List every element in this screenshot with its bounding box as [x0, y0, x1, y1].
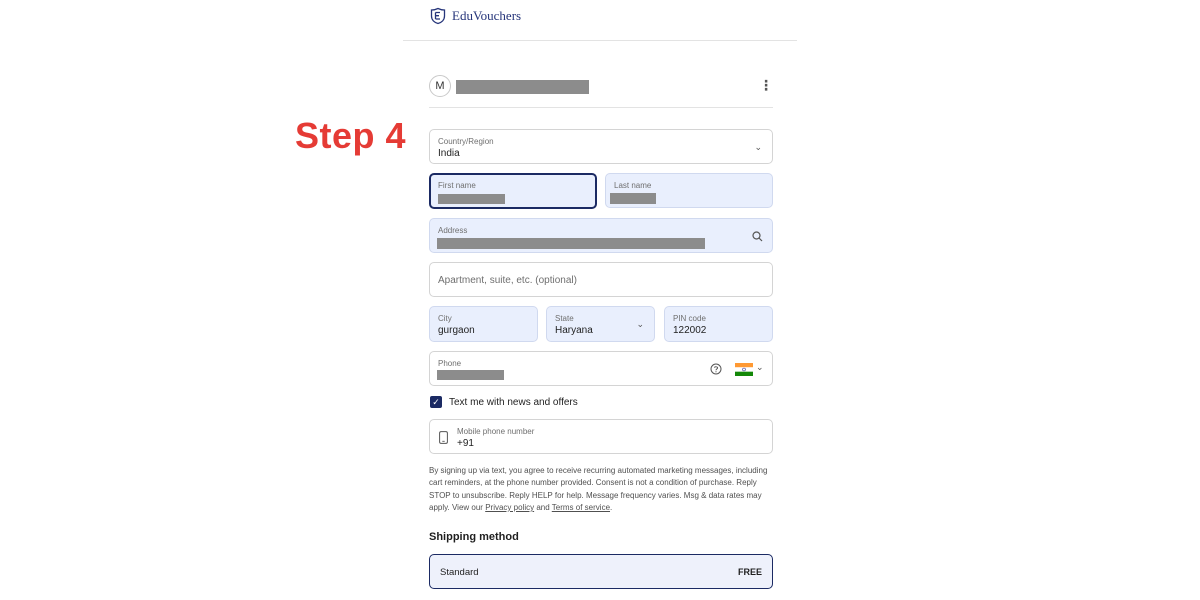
- brand-name: EduVouchers: [452, 8, 522, 23]
- sms-opt-in-checkbox[interactable]: ✓: [430, 396, 442, 408]
- sms-consent-text: By signing up via text, you agree to rec…: [429, 465, 775, 514]
- state-value: Haryana: [555, 325, 593, 336]
- first-name-field[interactable]: First name: [429, 173, 597, 209]
- redacted-phone: [437, 370, 504, 380]
- state-label: State: [555, 314, 574, 323]
- chevron-down-icon: ⌄: [636, 319, 644, 329]
- chevron-down-icon: ⌄: [756, 362, 764, 372]
- country-select[interactable]: Country/Region India ⌄: [429, 129, 773, 164]
- country-label: Country/Region: [438, 137, 494, 146]
- pin-code-value: 122002: [673, 325, 707, 336]
- question-circle-icon[interactable]: [710, 363, 722, 375]
- step-label: Step 4: [295, 115, 407, 156]
- address-label: Address: [438, 226, 468, 235]
- phone-field[interactable]: Phone ⌄: [429, 351, 773, 386]
- header-bar: EduVouchers: [403, 0, 797, 41]
- account-row: M ⋮: [429, 75, 773, 108]
- india-flag-icon: [735, 363, 753, 376]
- apartment-placeholder: Apartment, suite, etc. (optional): [438, 275, 577, 286]
- mobile-phone-field[interactable]: Mobile phone number +91: [429, 419, 773, 454]
- redacted-last-name: [610, 193, 656, 204]
- search-icon[interactable]: [752, 231, 763, 242]
- chevron-down-icon: ⌄: [754, 142, 762, 152]
- shipping-option-price: FREE: [737, 567, 762, 577]
- shield-e-icon: [430, 7, 446, 25]
- checkmark-icon: ✓: [432, 397, 440, 407]
- redacted-email: [456, 80, 589, 94]
- last-name-label: Last name: [614, 181, 652, 190]
- pin-code-field[interactable]: PIN code 122002: [664, 306, 773, 342]
- shipping-option-name: Standard: [440, 567, 479, 578]
- pin-code-label: PIN code: [673, 314, 706, 323]
- redacted-address: [437, 238, 705, 249]
- country-code-selector[interactable]: ⌄: [735, 362, 767, 378]
- city-label: City: [438, 314, 452, 323]
- shipping-method-title: Shipping method: [429, 531, 519, 543]
- city-field[interactable]: City gurgaon: [429, 306, 538, 342]
- brand-logo[interactable]: EduVouchers: [429, 7, 521, 25]
- terms-of-service-link[interactable]: Terms of service: [552, 503, 610, 512]
- address-field[interactable]: Address: [429, 218, 773, 253]
- legal-and: and: [536, 502, 550, 512]
- kebab-menu-icon[interactable]: ⋮: [759, 77, 773, 93]
- first-name-label: First name: [438, 181, 476, 190]
- last-name-field[interactable]: Last name: [605, 173, 773, 208]
- avatar[interactable]: M: [429, 75, 451, 97]
- state-select[interactable]: State Haryana ⌄: [546, 306, 655, 342]
- shipping-option-standard[interactable]: Standard FREE: [429, 554, 773, 589]
- phone-label: Phone: [438, 359, 462, 368]
- mobile-phone-value: +91: [457, 438, 474, 449]
- sms-opt-in-label: Text me with news and offers: [449, 397, 578, 408]
- mobile-phone-label: Mobile phone number: [457, 427, 535, 436]
- city-value: gurgaon: [438, 325, 475, 336]
- apartment-field[interactable]: Apartment, suite, etc. (optional): [429, 262, 773, 297]
- mobile-phone-icon: [439, 431, 448, 444]
- legal-end: .: [610, 502, 613, 512]
- privacy-policy-link[interactable]: Privacy policy: [485, 503, 534, 512]
- redacted-first-name: [438, 194, 505, 204]
- country-value: India: [438, 148, 460, 159]
